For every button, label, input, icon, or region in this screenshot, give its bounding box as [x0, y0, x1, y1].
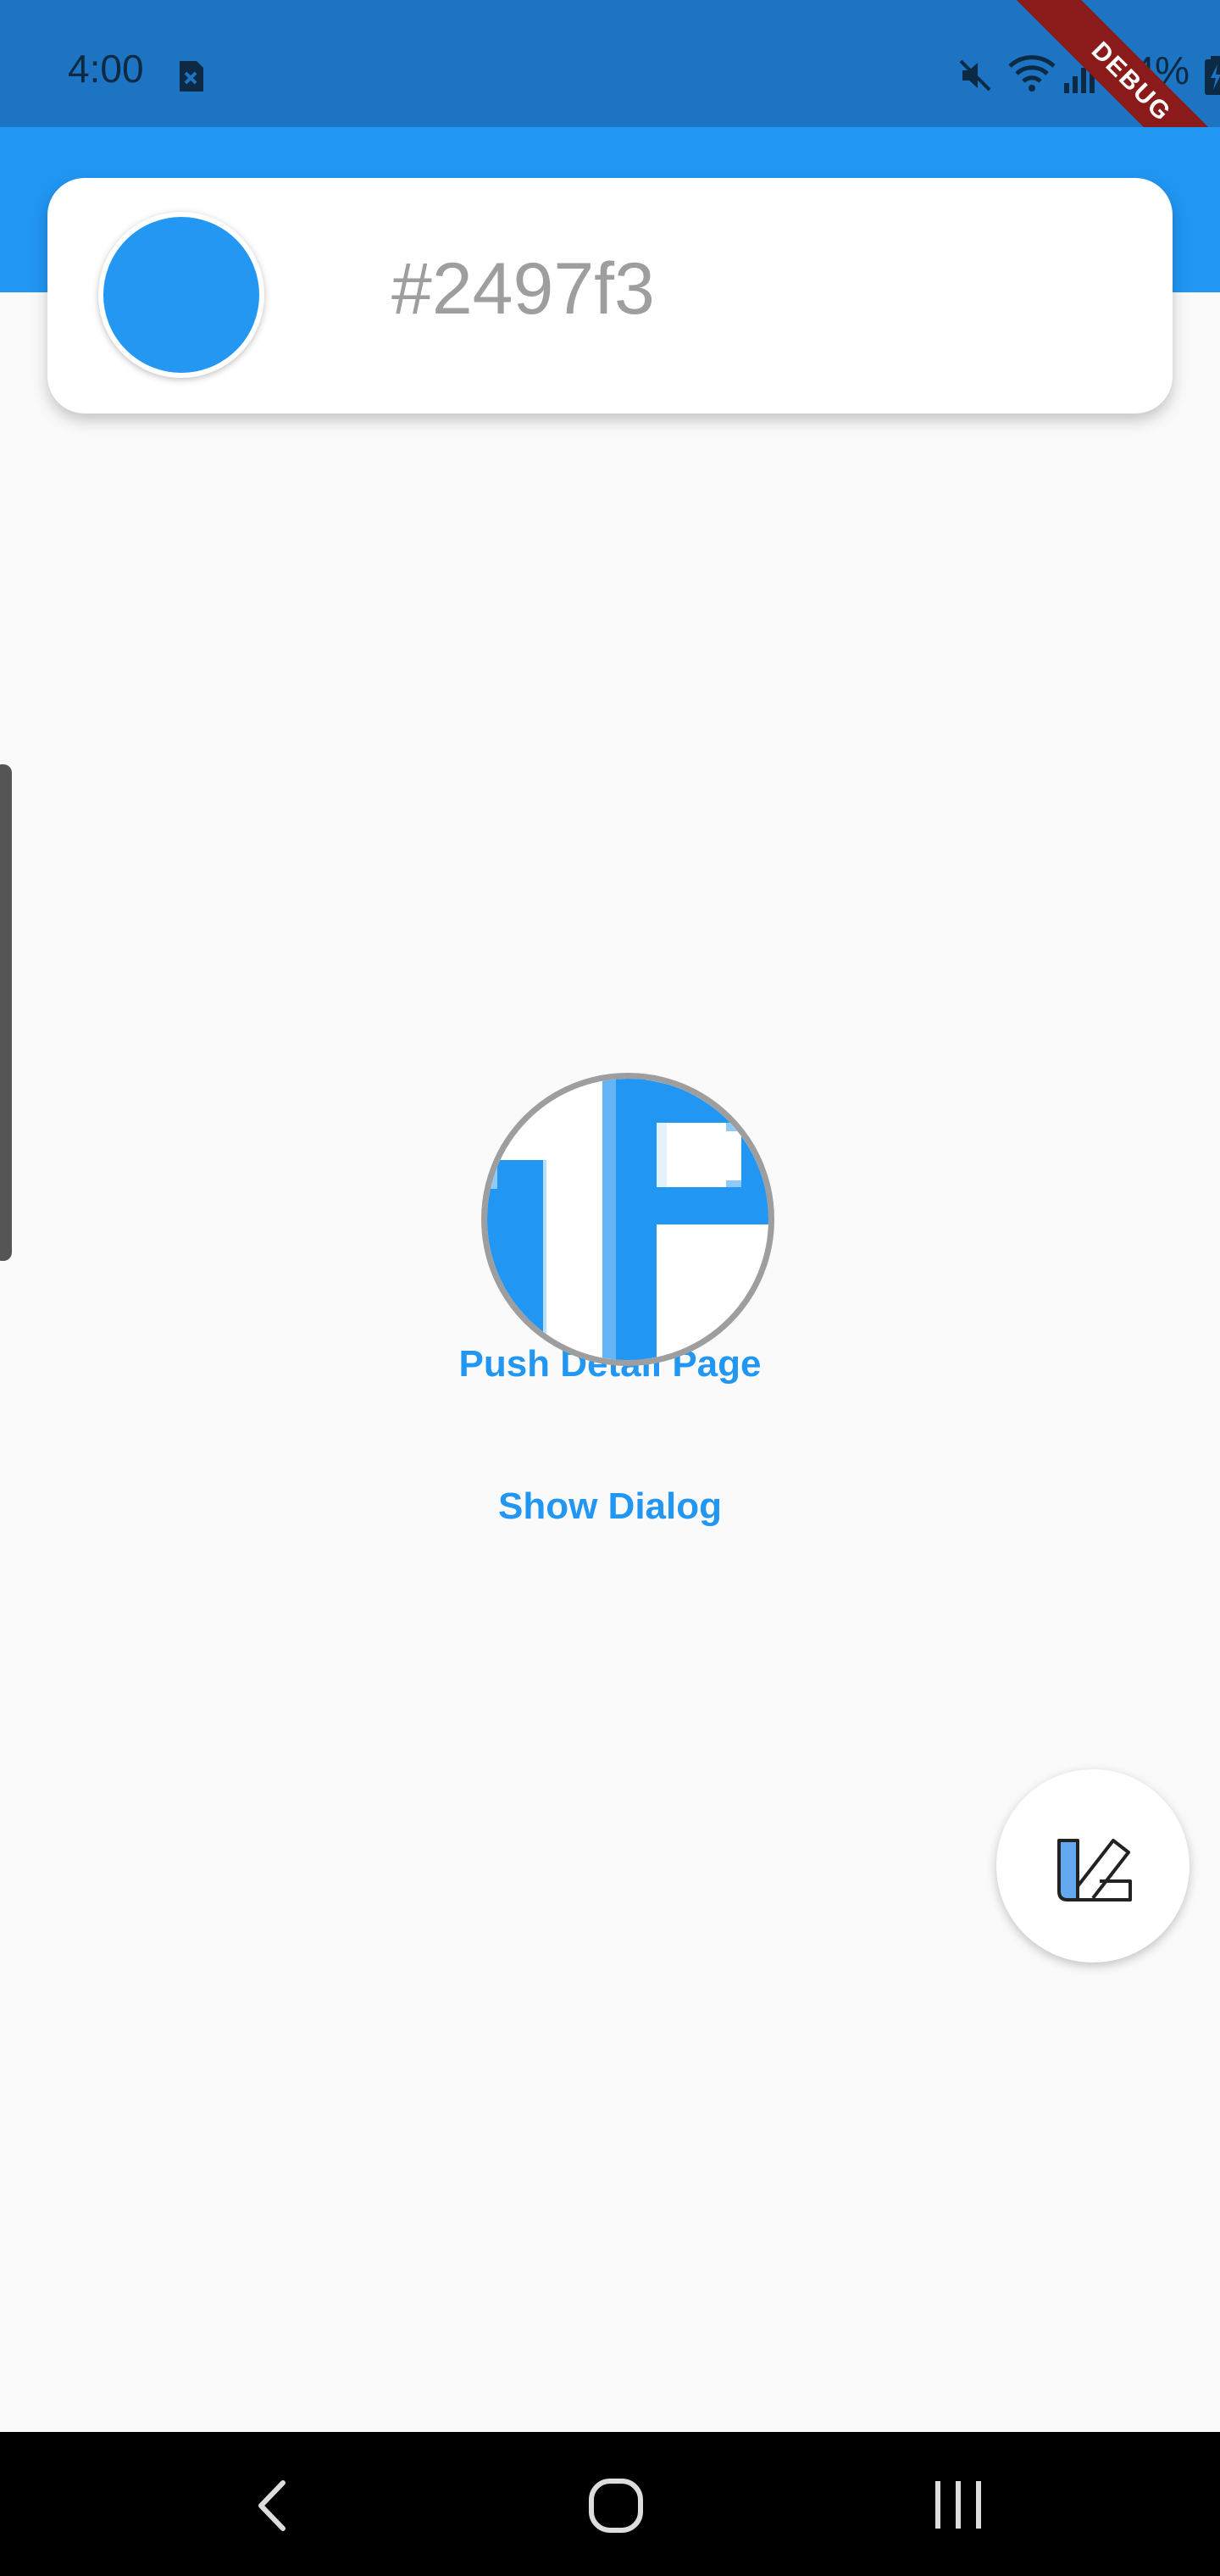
show-dialog-button[interactable]: Show Dialog [0, 1488, 1220, 1525]
home-icon[interactable] [586, 2476, 646, 2535]
sim-card-icon [176, 59, 205, 93]
color-picker-fab[interactable] [996, 1769, 1190, 1963]
color-picker-icon [1057, 1839, 1132, 1901]
wifi-icon [1008, 54, 1056, 93]
mute-icon [957, 58, 993, 93]
back-icon[interactable] [251, 2476, 293, 2535]
status-time: 4:00 [68, 47, 144, 91]
magnified-pixels [487, 1079, 768, 1360]
status-bar: 4:00 84% DEBUG [0, 0, 1220, 197]
color-hex-value: #2497f3 [391, 248, 655, 330]
color-picker-magnifier[interactable] [481, 1073, 774, 1366]
color-swatch [98, 212, 264, 378]
side-drawer-handle[interactable] [0, 764, 12, 1261]
system-nav-bar [0, 2432, 1220, 2576]
recent-apps-icon[interactable] [929, 2478, 988, 2532]
color-info-card: #2497f3 [47, 178, 1173, 414]
battery-charging-icon [1203, 56, 1220, 95]
